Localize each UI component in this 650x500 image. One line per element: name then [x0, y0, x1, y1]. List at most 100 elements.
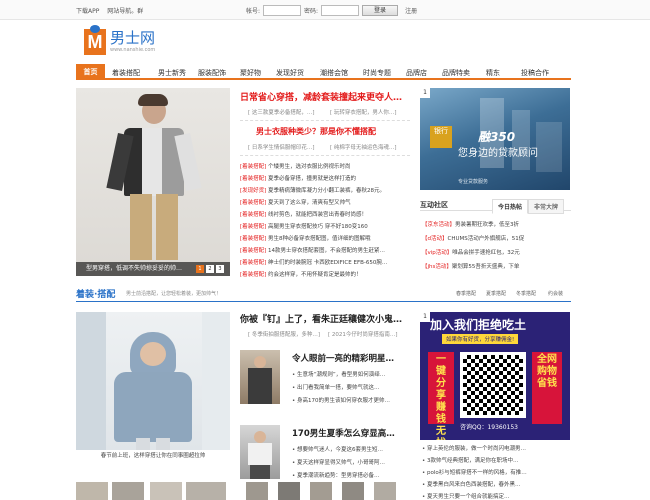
nav-item-topics[interactable]: 时尚专题: [363, 68, 391, 78]
feature-1-item[interactable]: • 身高170的男生该如何穿衣服才更帅…: [292, 396, 390, 404]
loan-ad-banner[interactable]: 1 银行 融350 您身边的贷款顾问 专业贷款服务: [420, 88, 570, 190]
list-item[interactable]: • 夏季黑白风来白色西装搭配，春外黑…: [422, 480, 521, 488]
list-item-tag: [着装搭配]: [240, 164, 267, 170]
ad2-right: 全网购物省钱: [532, 352, 562, 424]
hot-item-tag: 【vip活动】: [422, 250, 453, 256]
feature-2-item[interactable]: • 夏天这样穿显得又帅气，小哥哥阿…: [292, 458, 385, 466]
hot-item-text: 唯品会拼手速抢红包，32元: [452, 250, 520, 256]
gallery-thumb[interactable]: [150, 482, 182, 500]
feature-2-item-text: 夏季潮流新趋势：型男穿搭必备…: [297, 473, 380, 479]
gallery-thumb[interactable]: [246, 482, 268, 500]
list-item[interactable]: [着装搭配] 绅士们的时装腕冠 卡西欧EDIFICE EFB-650腕…: [240, 258, 387, 266]
headline-1-sub-1[interactable]: [ 这三款夏季必备搭配，…]: [248, 108, 315, 116]
nav-item-goods[interactable]: 聚好物: [240, 68, 261, 78]
slide-dot-1[interactable]: 1: [196, 265, 204, 273]
nav-item-brand-store[interactable]: 品牌店: [406, 68, 427, 78]
download-app-link[interactable]: 下载APP: [76, 8, 99, 15]
nav-item-accessories[interactable]: 服装配饰: [198, 68, 226, 78]
gallery-thumb[interactable]: [112, 482, 144, 500]
list-item-tag: [着装搭配]: [240, 176, 267, 182]
slide-dot-2[interactable]: 2: [206, 265, 214, 273]
gallery-thumb[interactable]: [310, 482, 332, 500]
list-item[interactable]: [着装搭配] 高腿男生穿衣搭配技巧 穿不好180变160: [240, 222, 368, 230]
list-item[interactable]: [着装搭配] 夏天到了这么穿，清爽有型又帅气: [240, 198, 351, 206]
list-item[interactable]: • 夏天男生只要一个组合就能搞定…: [422, 492, 510, 500]
nav-item-finds[interactable]: 发现好货: [276, 68, 304, 78]
tab-big-brand[interactable]: 非常大牌: [528, 199, 565, 214]
list-item[interactable]: [着装搭配] 约会这样穿，不用怀疑肯定是最帅的！: [240, 270, 362, 278]
hot-item[interactable]: 【jhs活动】聚划算55吾折天盛典，下单: [422, 262, 519, 270]
site-logo[interactable]: M 男士网 www.nanshie.com: [84, 25, 164, 57]
headline-2-sub-1[interactable]: [ 日系学生情侣服帽印花…]: [248, 143, 315, 151]
account-input[interactable]: [263, 4, 302, 16]
list-item[interactable]: [发现好货] 夏季精病薄微库凝力分小翻工装裤，春秋28元。: [240, 186, 385, 194]
login-button[interactable]: 登录: [362, 4, 399, 16]
nav-home[interactable]: 首页: [76, 64, 105, 80]
tab-today-hot[interactable]: 今日热帖: [492, 199, 529, 214]
list-item[interactable]: [着装搭配] 男生8种必备穿衣搭配图，值详细的图解哦: [240, 234, 371, 242]
divider: [240, 155, 410, 156]
outfit-feature-photo[interactable]: 春节前上班，这样穿搭让你在同事圈超拉帅: [76, 312, 230, 462]
gallery-thumb[interactable]: [374, 482, 396, 500]
feature-2-item[interactable]: • 夏季潮流新趋势：型男穿搭必备…: [292, 471, 380, 479]
feature-2-item[interactable]: • 想要帅气迷人，今夏这6套男生短…: [292, 445, 383, 453]
community-tabs: 今日热帖 非常大牌: [492, 199, 565, 214]
register-link[interactable]: 注册: [405, 6, 417, 15]
nav-item-outfit[interactable]: 着装搭配: [112, 68, 140, 78]
headline-1-sub-2[interactable]: [ 玩转穿衣搭配，男人你…]: [330, 108, 397, 116]
list-item[interactable]: [着装搭配] 14款男士穿衣搭配套图，不会搭配的男生赶紧…: [240, 246, 385, 254]
feature-2-title[interactable]: 170男生夏季怎么穿显高…: [292, 427, 395, 439]
nav-item-club[interactable]: 潮搭会馆: [320, 68, 348, 78]
site-nav-link[interactable]: 网站导航。群: [107, 8, 143, 15]
list-item-tag: [发现好货]: [240, 188, 267, 194]
nav-item-brand-sale[interactable]: 品牌特卖: [442, 68, 470, 78]
hot-item-text: 男装暑期狂欢季，低至3折: [455, 222, 520, 228]
slide-dot-3[interactable]: 3: [216, 265, 224, 273]
headline-1[interactable]: 日常省心穿搭，减龄套装撞起来更夺人…: [240, 90, 402, 103]
list-item[interactable]: • polo衫与短裤穿搭不一样的风格，有推…: [422, 468, 527, 476]
hot-item[interactable]: 【vip活动】唯品会拼手速抢红包，32元: [422, 248, 520, 256]
nav-item-contribute[interactable]: 投稿合作: [521, 68, 549, 78]
list-item-text: 夏季必备穿搭，撞男就是这样打造的: [268, 176, 357, 182]
article-1-title[interactable]: 你被『钉』上了，看朱正廷穰健次小鬼…: [240, 312, 402, 325]
feature-1-thumb[interactable]: [240, 350, 280, 404]
list-item[interactable]: • 3款帅气经典搭配，满足你在职场中…: [422, 456, 519, 464]
list-item[interactable]: [着装搭配] 个矮男生，选对衣服比例视乐时尚: [240, 162, 351, 170]
headline-2-sub-2[interactable]: [ 纯棉字母无袖运色海魂…]: [330, 143, 397, 151]
hot-item[interactable]: 【d活动】CHUMS活动户外旗舰店，51促: [422, 234, 524, 242]
featured-slideshow[interactable]: 型男穿搭，低调不失帅掠妥妥的帅… 1 2 3: [76, 88, 230, 276]
article-1-sub-1[interactable]: [ 冬季街拍服搭配服，多种…]: [248, 330, 320, 338]
hot-item[interactable]: 【京东活动】男装暑期狂欢季，低至3折: [422, 220, 519, 228]
list-item-text: 高腿男生穿衣搭配技巧 穿不好180变160: [268, 224, 368, 230]
gallery-thumb[interactable]: [278, 482, 300, 500]
feature-1-item[interactable]: • 出门看我简单一搭，要帅气就这…: [292, 383, 380, 391]
feature-1-title[interactable]: 令人眼前一亮的精彩明星…: [292, 352, 394, 364]
feature-1-item[interactable]: • 生意场“潮规则”，看型男如何演绎…: [292, 370, 385, 378]
password-input[interactable]: [321, 4, 360, 16]
feature-2-thumb[interactable]: [240, 425, 280, 479]
gallery-thumb[interactable]: [186, 482, 226, 500]
list-item-text: 绅士们的时装腕冠 卡西欧EDIFICE EFB-650腕…: [268, 260, 388, 266]
photo-caption: 春节前上班，这样穿搭让你在同事圈超拉帅: [76, 450, 230, 462]
tag-summer[interactable]: 夏季搭配: [486, 290, 506, 297]
article-1-sub-2[interactable]: [ 2021今仔时尚穿搭指南…]: [328, 330, 398, 338]
section-title[interactable]: 着装·搭配: [76, 287, 115, 300]
nav-item-jd[interactable]: 精东: [486, 68, 500, 78]
tag-spring[interactable]: 春季搭配: [456, 290, 476, 297]
hot-item-tag: 【京东活动】: [422, 222, 456, 228]
qr-code-icon[interactable]: [460, 352, 526, 418]
list-item[interactable]: [着装搭配] 线衬剪色，就能把西装宫出青春时尚感！: [240, 210, 367, 218]
nav-item-newcomers[interactable]: 男士新秀: [158, 68, 186, 78]
list-item[interactable]: [着装搭配] 夏季必备穿搭，撞男就是这样打造的: [240, 174, 356, 182]
list-item-text: 个矮男生，选对衣服比例视乐时尚: [268, 164, 351, 170]
join-us-ad-banner[interactable]: 1 加入我们拒绝吃土 如果你有好货，分享赚佣金! 一键分享赚钱无忧 全网购物省钱…: [420, 312, 570, 440]
gallery-thumb[interactable]: [342, 482, 364, 500]
ad-index: 1: [420, 88, 430, 98]
list-item[interactable]: • 穿上英伦的服装，做一个时尚闪电潮男…: [422, 444, 526, 452]
list-item-text: 夏天男生只要一个组合就能搞定…: [427, 494, 510, 500]
tag-winter[interactable]: 冬季搭配: [516, 290, 536, 297]
headline-2[interactable]: 男士衣服种类少？那是你不懂搭配: [256, 126, 376, 137]
tag-date[interactable]: 约会装: [548, 290, 563, 297]
list-item-tag: [着装搭配]: [240, 212, 267, 218]
gallery-thumb[interactable]: [76, 482, 108, 500]
